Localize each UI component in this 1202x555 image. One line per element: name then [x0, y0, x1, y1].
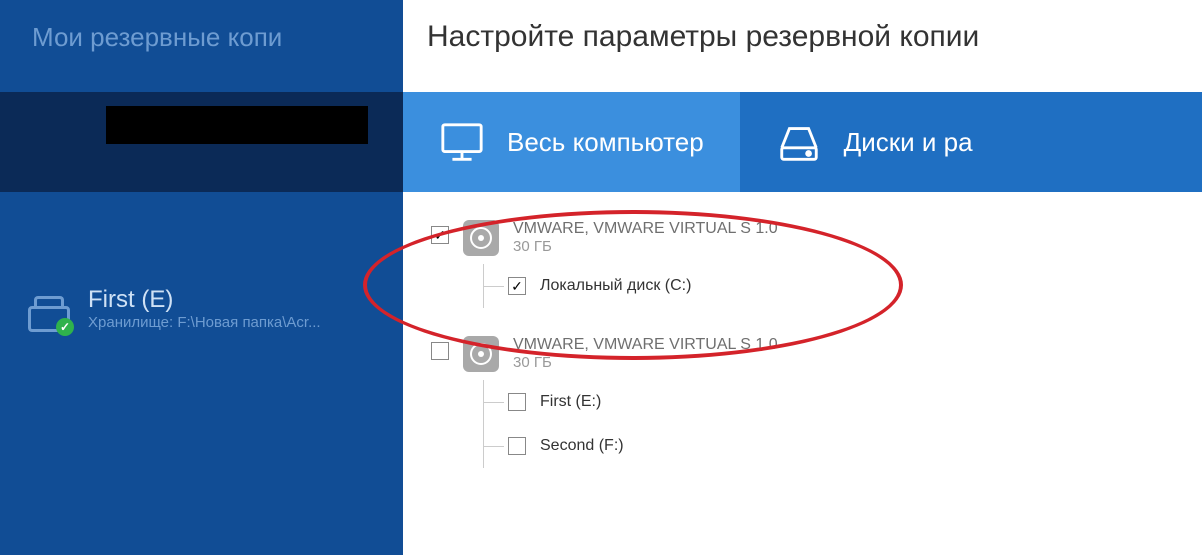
partition-label: Second (F:): [540, 437, 624, 455]
partition-list: First (E:) Second (F:): [483, 380, 1202, 468]
ok-badge-icon: ✓: [56, 318, 74, 336]
partition-label: Локальный диск (C:): [540, 277, 691, 295]
partition-item[interactable]: Second (F:): [484, 424, 1202, 468]
disk-tree: VMWARE, VMWARE VIRTUAL S 1.0 30 ГБ Локал…: [431, 220, 1202, 555]
partition-checkbox[interactable]: [508, 277, 526, 295]
drive-icon: ✓: [28, 296, 70, 332]
partition-item[interactable]: Локальный диск (C:): [484, 264, 1202, 308]
sidebar: Мои резервные копи ✓ First (E) Хранилище…: [0, 0, 403, 555]
backup-item-title: First (E): [88, 286, 321, 314]
disk-checkbox[interactable]: [431, 342, 449, 360]
drive-icon: [776, 119, 822, 165]
backup-item-storage: Хранилище: F:\Новая папка\Acr...: [88, 314, 321, 331]
disk-name: VMWARE, VMWARE VIRTUAL S 1.0: [513, 336, 778, 354]
app-root: Мои резервные копи ✓ First (E) Хранилище…: [0, 0, 1202, 555]
source-tabs: Весь компьютер Диски и ра: [403, 92, 1202, 192]
sidebar-title: Мои резервные копи: [0, 0, 403, 53]
disk-name: VMWARE, VMWARE VIRTUAL S 1.0: [513, 220, 778, 238]
hdd-icon: [463, 220, 499, 256]
sidebar-item-text: First (E) Хранилище: F:\Новая папка\Acr.…: [88, 286, 321, 331]
disk-label: VMWARE, VMWARE VIRTUAL S 1.0 30 ГБ: [513, 220, 778, 255]
disk-label: VMWARE, VMWARE VIRTUAL S 1.0 30 ГБ: [513, 336, 778, 371]
monitor-icon: [439, 119, 485, 165]
tab-whole-computer[interactable]: Весь компьютер: [403, 92, 740, 192]
partition-checkbox[interactable]: [508, 437, 526, 455]
disk-item: VMWARE, VMWARE VIRTUAL S 1.0 30 ГБ Локал…: [431, 220, 1202, 308]
main-panel: Настройте параметры резервной копии Весь…: [403, 0, 1202, 555]
tab-disks-partitions[interactable]: Диски и ра: [740, 92, 1202, 192]
hdd-icon: [463, 336, 499, 372]
disk-checkbox[interactable]: [431, 226, 449, 244]
disk-size: 30 ГБ: [513, 354, 778, 371]
tab-label: Диски и ра: [844, 127, 973, 158]
partition-item[interactable]: First (E:): [484, 380, 1202, 424]
disk-size: 30 ГБ: [513, 238, 778, 255]
partition-label: First (E:): [540, 393, 601, 411]
partition-checkbox[interactable]: [508, 393, 526, 411]
partition-list: Локальный диск (C:): [483, 264, 1202, 308]
sidebar-redacted-block: [106, 106, 368, 144]
disk-item: VMWARE, VMWARE VIRTUAL S 1.0 30 ГБ First…: [431, 336, 1202, 468]
page-title: Настройте параметры резервной копии: [403, 0, 1202, 54]
tab-label: Весь компьютер: [507, 127, 704, 158]
sidebar-backup-item[interactable]: ✓ First (E) Хранилище: F:\Новая папка\Ac…: [0, 262, 403, 354]
